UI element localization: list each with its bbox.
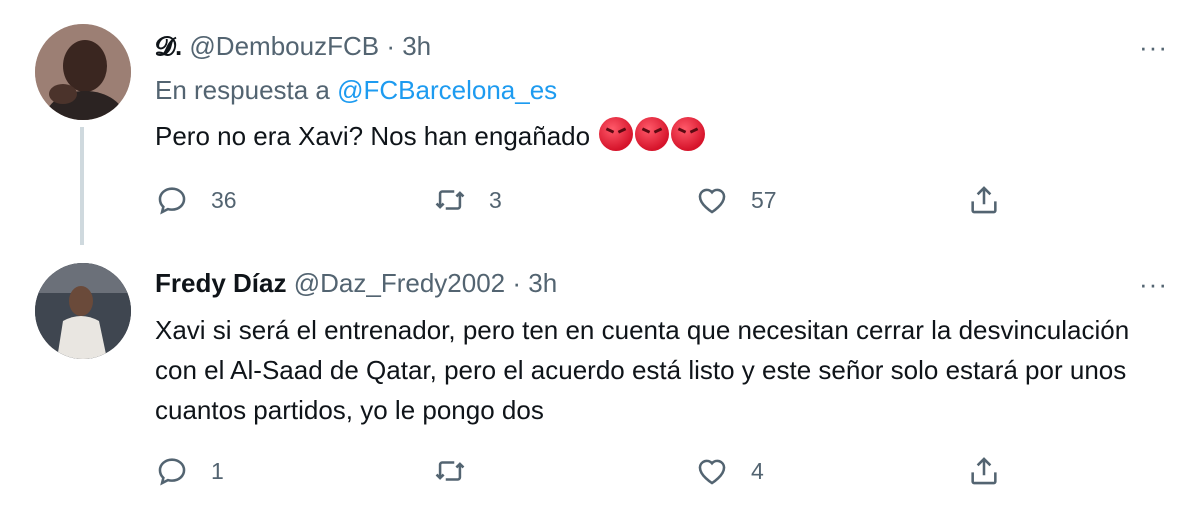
separator: · [386,31,395,61]
retweet-icon [435,461,465,481]
reply-icon [158,458,186,486]
avatar[interactable] [35,263,131,359]
reply-button[interactable]: 1 [155,451,224,491]
tweet-header: 𝓓. @DembouzFCB · 3h [155,30,431,62]
like-count: 4 [751,457,764,484]
user-handle[interactable]: @DembouzFCB [189,31,379,61]
tweet-actions: 36 3 57 [155,180,1035,220]
avatar[interactable] [35,24,131,120]
tweet-header: Fredy Díaz @Daz_Fredy2002 · 3h [155,267,557,299]
more-icon[interactable]: ··· [1139,271,1168,297]
angry-face-emoji [599,117,634,151]
retweet-button[interactable] [433,451,489,491]
share-button[interactable] [967,180,1001,220]
reply-icon [158,187,186,215]
angry-face-emoji [635,117,670,151]
timestamp[interactable]: 3h [528,268,557,298]
reply-mention-link[interactable]: @FCBarcelona_es [337,75,557,105]
like-icon [698,459,726,485]
like-icon [698,188,726,214]
retweet-button[interactable]: 3 [433,180,502,220]
more-icon[interactable]: ··· [1139,34,1168,60]
like-count: 57 [751,186,777,213]
tweet-text-content: Pero no era Xavi? Nos han engañado [155,121,591,151]
reply-count: 1 [211,457,224,484]
tweet-text: Xavi si será el entrenador, pero ten en … [155,315,1130,425]
reply-context: En respuesta a @FCBarcelona_es [155,74,557,106]
display-name[interactable]: 𝓓. [155,31,182,61]
tweet-text: Pero no era Xavi? Nos han engañado [155,116,1155,156]
tweet[interactable]: 𝓓. @DembouzFCB · 3h ··· En respuesta a @… [0,0,1200,245]
reply-prefix: En respuesta a [155,75,330,105]
user-handle[interactable]: @Daz_Fredy2002 [294,268,505,298]
reply-button[interactable]: 36 [155,180,237,220]
separator: · [512,268,522,298]
share-button[interactable] [967,451,1001,491]
tweet[interactable]: Fredy Díaz @Daz_Fredy2002 · 3h ··· Xavi … [0,245,1200,518]
retweet-icon [435,190,465,210]
angry-face-emoji [671,117,706,151]
tweet-actions: 1 4 [155,451,1035,491]
like-button[interactable]: 57 [695,180,777,220]
like-button[interactable]: 4 [695,451,764,491]
retweet-count: 3 [489,186,502,213]
display-name[interactable]: Fredy Díaz [155,268,287,298]
thread-line [80,127,84,245]
share-icon [971,186,997,214]
reply-count: 36 [211,186,237,213]
share-icon [971,457,997,485]
timestamp[interactable]: 3h [402,31,431,61]
